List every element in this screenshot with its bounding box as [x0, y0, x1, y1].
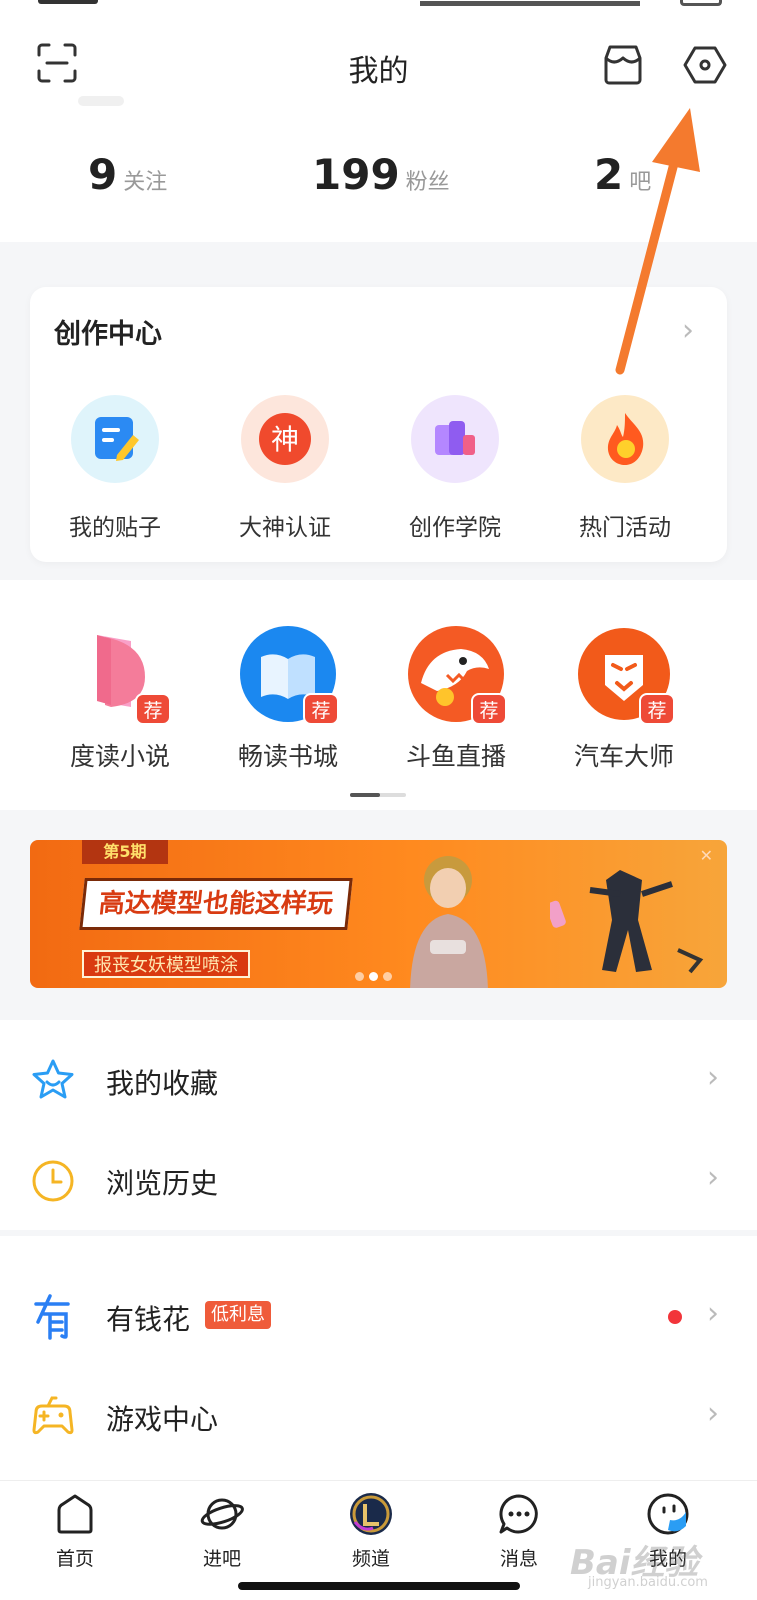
settings-button[interactable] — [682, 42, 728, 88]
app-label: 度读小说 — [69, 742, 170, 771]
app-auto-master[interactable]: 荐 汽车大师 — [539, 625, 709, 775]
creation-item-label: 大神认证 — [239, 515, 331, 541]
menu-label: 我的收藏 — [106, 1067, 219, 1100]
clock-icon — [28, 1156, 78, 1206]
banner-person-image — [410, 856, 488, 988]
message-icon — [497, 1492, 541, 1536]
menu-youqianhua[interactable]: 有钱花 低利息 › — [0, 1266, 757, 1366]
store-icon — [604, 45, 642, 85]
stat-following[interactable]: 9 关注 — [88, 150, 167, 206]
creation-item-my-posts[interactable]: 我的贴子 — [40, 395, 190, 545]
star-icon — [28, 1056, 78, 1106]
post-edit-icon — [71, 395, 159, 483]
banner-episode: 第5期 — [82, 840, 168, 864]
low-interest-badge: 低利息 — [205, 1301, 271, 1329]
notification-dot — [668, 1310, 682, 1324]
stat-following-count: 9 — [88, 150, 118, 199]
nav-label: 频道 — [351, 1548, 390, 1570]
chevron-right-icon: › — [707, 1296, 719, 1331]
home-indicator — [238, 1582, 520, 1590]
recommended-badge: 荐 — [639, 693, 675, 725]
app-changdu-bookstore[interactable]: 荐 畅读书城 — [203, 625, 373, 775]
shop-button[interactable] — [600, 42, 646, 88]
recommended-badge: 荐 — [303, 693, 339, 725]
channel-avatar-icon — [349, 1492, 393, 1536]
nav-enter-bar[interactable]: 进吧 — [162, 1492, 282, 1572]
promo-banner[interactable]: 第5期 高达模型也能这样玩 报丧女妖模型喷涂 ✕ — [30, 840, 727, 988]
apps-pager-indicator — [350, 793, 380, 797]
app-label: 汽车大师 — [573, 742, 674, 771]
nav-home[interactable]: 首页 — [15, 1492, 135, 1572]
app-label: 畅读书城 — [237, 742, 338, 771]
academy-icon — [411, 395, 499, 483]
nav-label: 进吧 — [202, 1548, 241, 1570]
god-cert-glyph: 神 — [271, 423, 299, 456]
recommended-badge: 荐 — [135, 693, 171, 725]
stat-following-label: 关注 — [123, 170, 168, 195]
gamepad-icon — [28, 1392, 78, 1442]
chevron-right-icon: › — [707, 1160, 719, 1195]
chevron-right-icon: › — [707, 1060, 719, 1095]
banner-subline: 报丧女妖模型喷涂 — [82, 950, 250, 978]
creation-item-hot-events[interactable]: 热门活动 — [550, 395, 700, 545]
hot-flame-icon — [581, 395, 669, 483]
creation-center-title: 创作中心 — [54, 319, 162, 350]
profile-face-icon — [646, 1492, 690, 1536]
menu-label: 浏览历史 — [106, 1167, 219, 1200]
menu-browse-history[interactable]: 浏览历史 › — [0, 1130, 757, 1230]
app-label: 斗鱼直播 — [405, 742, 506, 771]
banner-robot-image — [550, 870, 704, 974]
home-icon — [53, 1492, 97, 1536]
app-dudu-novel[interactable]: 荐 度读小说 — [35, 625, 205, 775]
creation-item-label: 热门活动 — [579, 515, 671, 541]
watermark-url: jingyan.baidu.com — [588, 1575, 708, 1590]
stat-fans-count: 199 — [312, 150, 400, 199]
recommended-badge: 荐 — [471, 693, 507, 725]
chevron-right-icon: › — [707, 1396, 719, 1431]
status-time — [38, 0, 98, 4]
stat-fans[interactable]: 199 粉丝 — [312, 150, 450, 206]
status-icons — [420, 0, 640, 6]
stat-fans-label: 粉丝 — [405, 170, 450, 195]
menu-label: 游戏中心 — [106, 1403, 219, 1436]
app-douyu-live[interactable]: 荐 斗鱼直播 — [371, 625, 541, 775]
banner-close-icon[interactable]: ✕ — [700, 846, 713, 865]
banner-headline: 高达模型也能这样玩 — [79, 878, 353, 930]
creation-item-label: 我的贴子 — [69, 515, 161, 541]
nav-label: 消息 — [499, 1548, 538, 1570]
nav-channel[interactable]: 频道 — [311, 1492, 431, 1572]
battery-icon — [680, 0, 722, 6]
avatar-placeholder — [78, 96, 124, 106]
menu-my-favorites[interactable]: 我的收藏 › — [0, 1030, 757, 1130]
annotation-arrow-icon — [615, 108, 700, 375]
creation-item-academy[interactable]: 创作学院 — [380, 395, 530, 545]
gear-icon — [683, 46, 727, 84]
menu-game-center[interactable]: 游戏中心 › — [0, 1366, 757, 1466]
nav-label: 首页 — [55, 1548, 94, 1570]
planet-icon — [200, 1492, 244, 1536]
nav-messages[interactable]: 消息 — [459, 1492, 579, 1572]
status-bar — [0, 0, 757, 10]
banner-carousel-dots — [355, 966, 397, 985]
creation-item-label: 创作学院 — [409, 515, 501, 541]
youqianhua-icon — [28, 1292, 78, 1342]
menu-label: 有钱花 — [106, 1303, 191, 1336]
god-cert-icon: 神 — [241, 395, 329, 483]
creation-item-god-cert[interactable]: 神 大神认证 — [210, 395, 360, 545]
